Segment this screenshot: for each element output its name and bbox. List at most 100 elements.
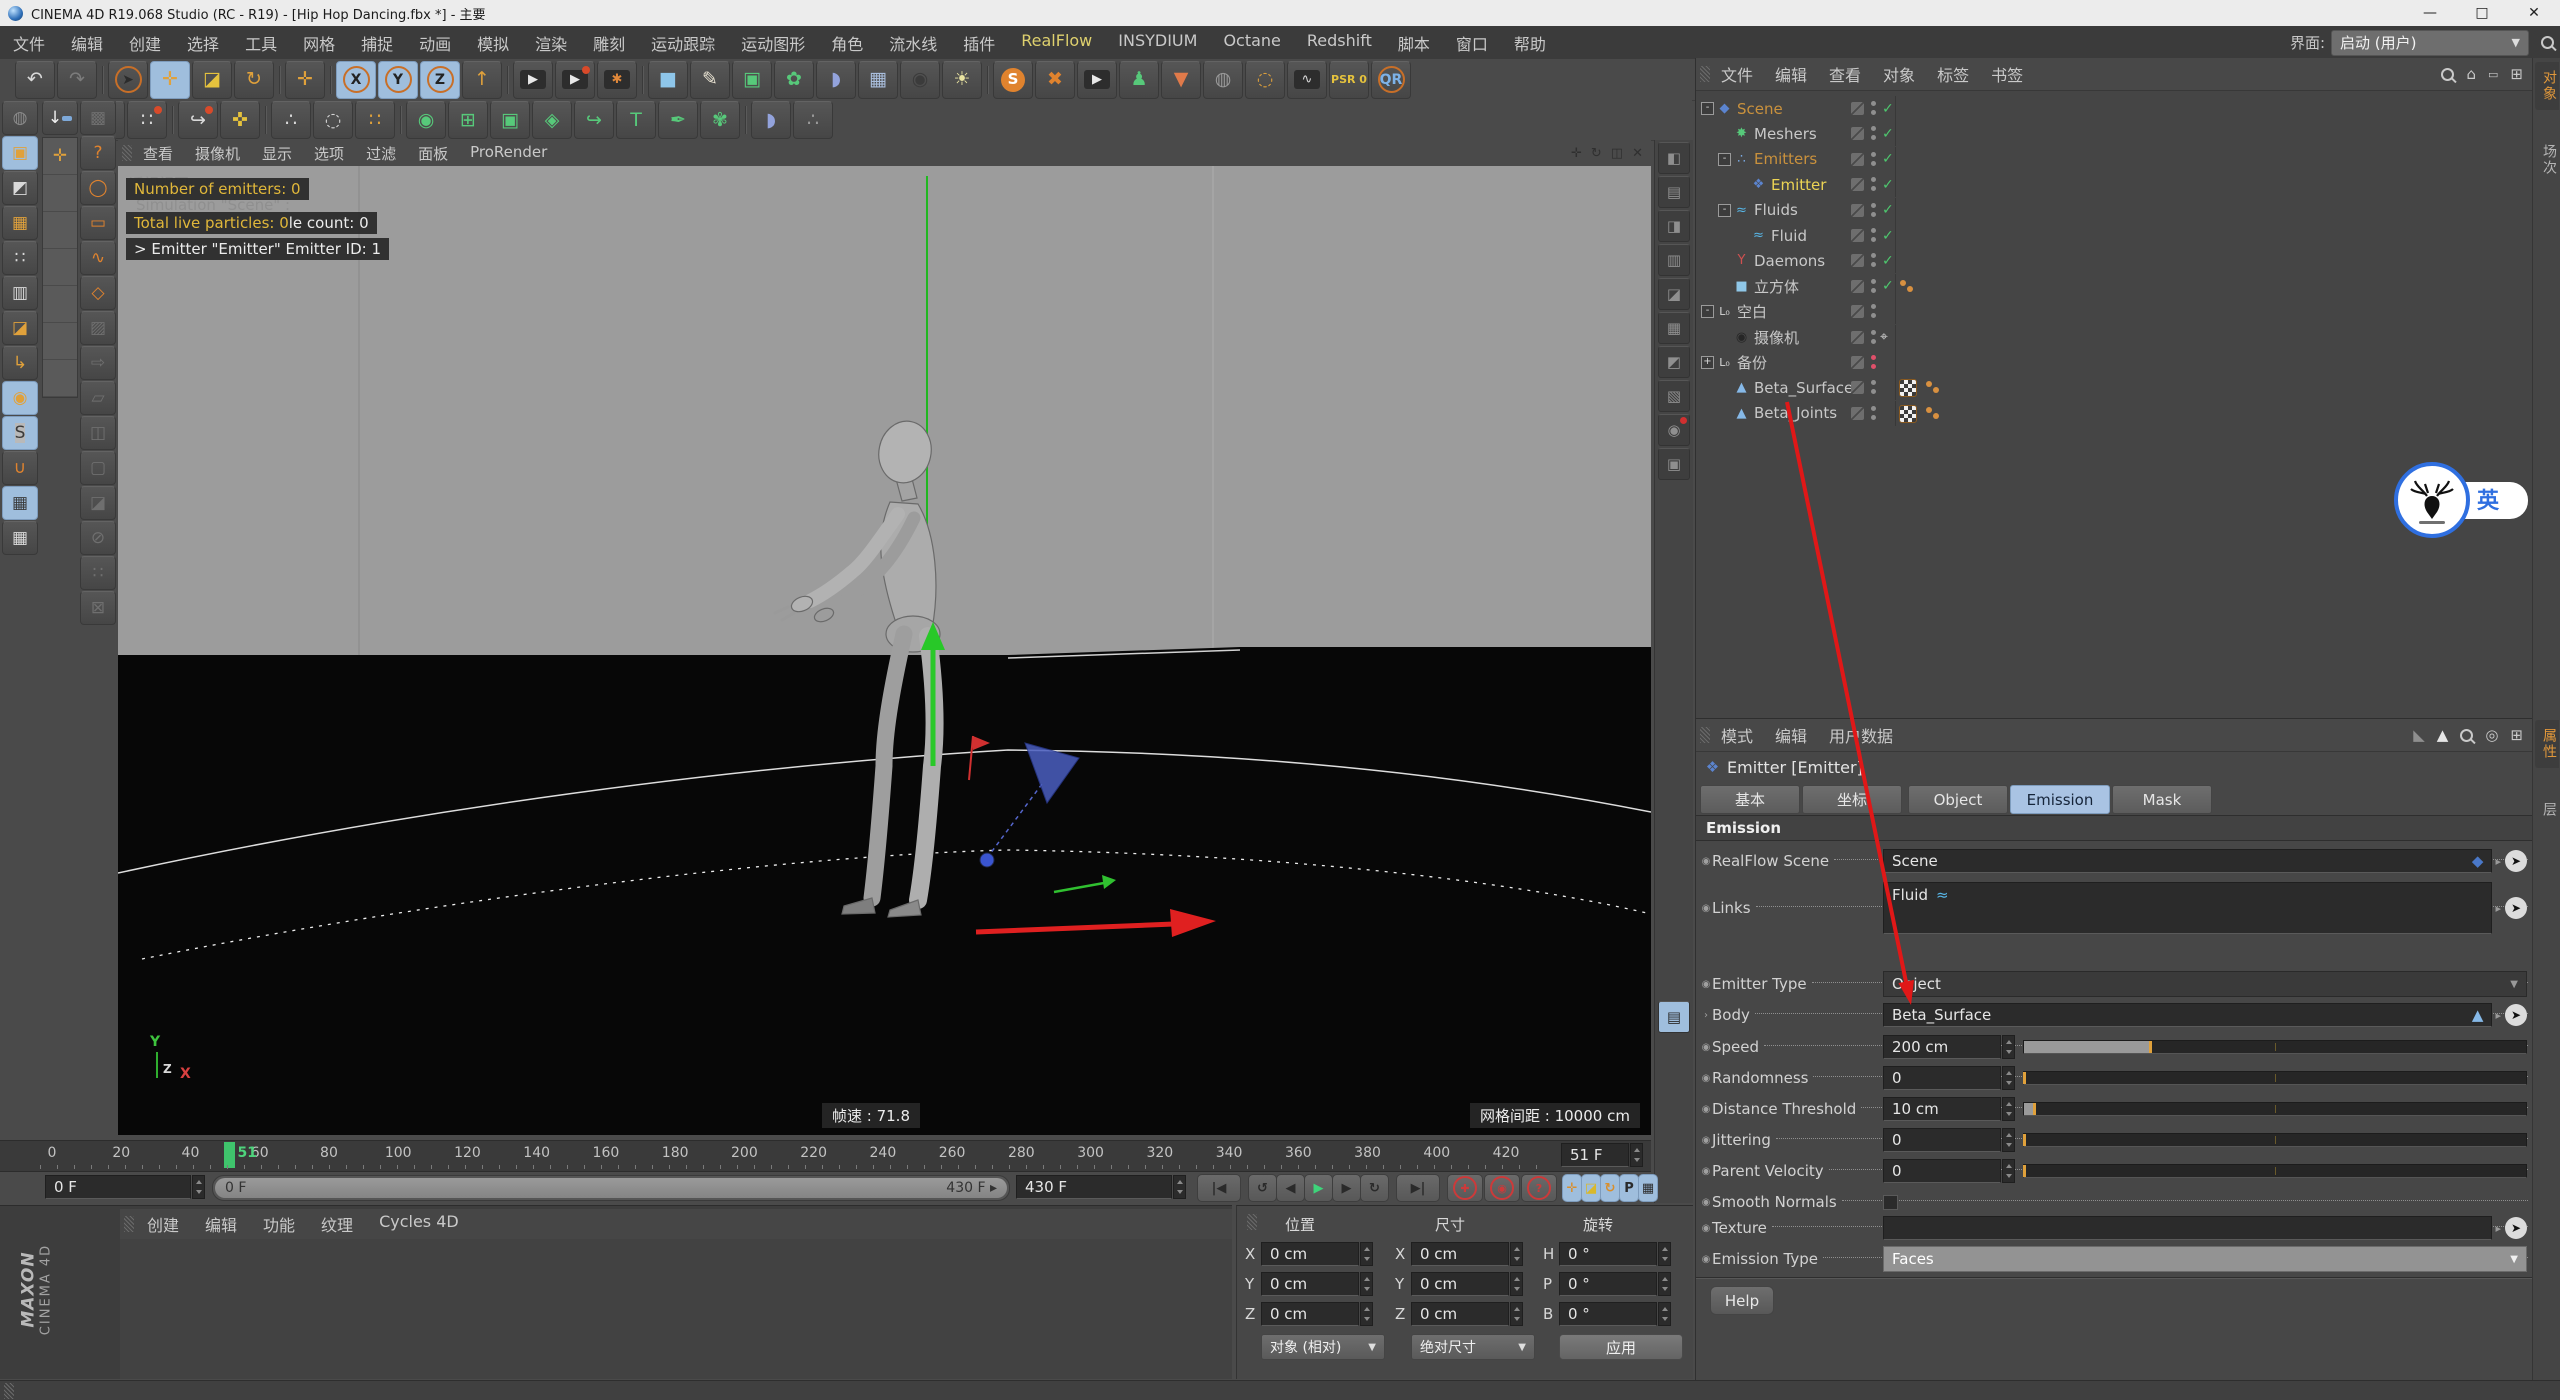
stepper[interactable] [1658,1272,1671,1296]
camera-target-icon[interactable]: ⌖ [1880,329,1888,345]
viewport-corner-icon-3[interactable]: ✕ [1632,146,1643,161]
anim-dot[interactable]: ◉ [1700,1197,1712,1208]
workplane-mode-button[interactable]: ▦ [2,206,38,240]
character-button[interactable]: ♟ [1119,61,1159,99]
play-backward-button[interactable]: ↺ [1248,1174,1277,1202]
points-mode-button[interactable]: ∷ [2,241,38,275]
anim-dot[interactable]: ◉ [1700,903,1712,914]
viewport-mouse-button[interactable]: ◉ [2,381,38,415]
soft-selection-button[interactable]: ◉ [406,101,446,139]
slider-handle[interactable] [2033,1103,2036,1115]
spline-pen-button[interactable]: ✎ [690,61,730,99]
circle-points-button[interactable]: ◌ [313,101,353,139]
snap-compass-button[interactable]: S [2,416,38,450]
scene-flow-button[interactable]: ↓ [42,101,78,135]
layer-square[interactable] [1851,305,1864,318]
dropdown-Emission Type[interactable]: Faces▼ [1883,1246,2527,1272]
material-menu-Cycles 4D[interactable]: Cycles 4D [366,1212,472,1236]
gray-9-button[interactable]: ⊠ [80,591,116,625]
object-picker-icon[interactable]: ➤ [2505,850,2527,872]
texture-mode-button[interactable]: ◩ [2,171,38,205]
lock-z-button[interactable]: Z [420,61,460,99]
stepper[interactable] [1360,1302,1373,1326]
close-button[interactable]: ✕ [2508,5,2560,21]
shell-tool-button[interactable]: ◗ [751,101,791,139]
record-keyframe-button[interactable]: ✚ [1447,1174,1483,1202]
viewport-corner-icon-1[interactable]: ↻ [1591,146,1602,161]
point-slide-button[interactable]: ∷ [127,101,167,139]
slider-Randomness[interactable] [2023,1071,2527,1085]
tab-Mask[interactable]: Mask [2112,785,2212,814]
light-button[interactable]: ☀ [942,61,982,99]
am-target-icon[interactable]: ◎ [2485,726,2498,744]
ornament-button[interactable]: ✾ [700,101,740,139]
render-settings-button[interactable]: ✱ [597,61,637,99]
grid-points-button[interactable]: ∷ [355,101,395,139]
visibility-dots[interactable] [1871,330,1876,344]
coord-size-combo[interactable]: 绝对尺寸▼ [1411,1334,1535,1360]
link-field-RealFlow Scene[interactable]: Scene◆ [1883,849,2492,873]
layout-tab-4[interactable]: ▥ [1658,244,1690,276]
panel-tab-层[interactable]: 层 [2535,794,2559,826]
clone-tools-button[interactable]: ▩ [80,101,116,135]
slider-Speed[interactable] [2023,1040,2527,1054]
grip[interactable] [1247,1214,1257,1230]
goto-start-button[interactable]: |◀ [1197,1174,1241,1202]
tab-Object[interactable]: Object [1908,785,2008,814]
interface-combo[interactable]: 启动 (用户)▼ [2331,30,2529,56]
palette-move-tool[interactable]: ✛ [43,138,77,175]
value-field-Jittering[interactable]: 0 [1883,1128,2001,1152]
anim-dot[interactable]: › [1700,1010,1712,1021]
anim-dot[interactable]: ◉ [1700,979,1712,990]
key-rotation-button[interactable]: ↻ [1600,1174,1620,1202]
step-forward-button[interactable]: ▶ [1332,1174,1361,1202]
om-add-icon[interactable]: ⊞ [2510,65,2523,83]
stepper[interactable] [2002,1128,2015,1152]
slider-handle[interactable] [2149,1041,2152,1053]
enable-snap-button[interactable]: ∪ [2,451,38,485]
stepper[interactable] [1630,1143,1643,1167]
object-row-Daemons[interactable]: YDaemons✓ [1696,248,2533,273]
menu-item-Octane[interactable]: Octane [1210,31,1293,55]
material-list-area[interactable] [120,1239,1232,1379]
stepper[interactable] [1510,1272,1523,1296]
viewport-menu-选项[interactable]: 选项 [303,143,355,164]
stepper[interactable] [192,1175,205,1199]
maximize-button[interactable]: □ [2456,5,2508,21]
move-axes-button[interactable]: ✛ [285,61,325,99]
slider-Jittering[interactable] [2023,1133,2527,1147]
material-menu-功能[interactable]: 功能 [250,1212,308,1236]
om-home-icon[interactable]: ⌂ [2466,65,2476,83]
stepper[interactable] [1510,1302,1523,1326]
visibility-dots[interactable] [1871,177,1876,191]
viewport-menu-显示[interactable]: 显示 [251,143,303,164]
coord-field-size-Y[interactable]: 0 cm [1411,1272,1523,1296]
coord-field-size-X[interactable]: 0 cm [1411,1242,1523,1266]
timeline-chip-button[interactable]: ∿ [1287,61,1327,99]
om-minus-icon[interactable]: ▭ [2488,68,2498,81]
stepper[interactable] [2002,1159,2015,1183]
material-menu-编辑[interactable]: 编辑 [192,1212,250,1236]
play-forward-button[interactable]: ▶ [1304,1174,1333,1202]
lock-x-button[interactable]: X [336,61,376,99]
palette-empty-cell[interactable] [43,249,77,286]
anim-dot[interactable]: ◉ [1700,1042,1712,1053]
expand-toggle[interactable]: - [1701,102,1714,115]
viewport-corner-icon-0[interactable]: ✛ [1571,146,1582,161]
poly-select-button[interactable]: ◇ [80,276,116,310]
am-gradient-icon[interactable]: ◣ [2413,726,2425,744]
menu-item-运动跟踪[interactable]: 运动跟踪 [638,31,728,55]
grip[interactable] [122,145,132,161]
visibility-dots[interactable] [1871,228,1876,242]
search-icon[interactable] [2541,36,2554,49]
viewport-menu-查看[interactable]: 查看 [132,143,184,164]
stepper[interactable] [1658,1302,1671,1326]
link-field-Links[interactable]: Fluid≈ [1883,882,2492,934]
layer-square[interactable] [1851,102,1864,115]
phong-tag[interactable] [1899,278,1915,294]
coord-field-position-Y[interactable]: 0 cm [1261,1272,1373,1296]
checkbox-Smooth Normals[interactable] [1883,1195,1898,1210]
dots-button[interactable]: ∴ [793,101,833,139]
sds-button[interactable]: S [993,61,1033,99]
sphere-field-button[interactable]: ◍ [1203,61,1243,99]
